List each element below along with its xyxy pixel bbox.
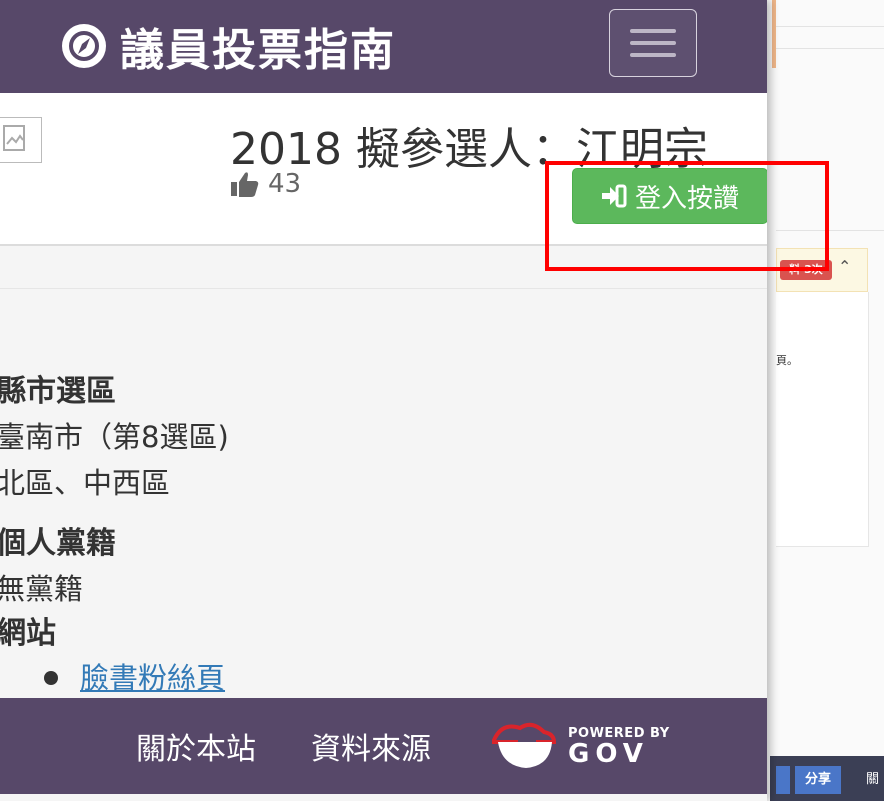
avatar: [0, 117, 42, 163]
chevron-up-icon[interactable]: ⌃: [838, 257, 851, 276]
likes-count-group: 43: [230, 169, 301, 199]
district-city: 臺南市（第8選區): [0, 420, 229, 454]
bullet-icon: [44, 671, 58, 685]
gov-wordmark: POWERED BY GOV: [568, 726, 670, 769]
facebook-page-link[interactable]: 臉書粉絲頁: [80, 656, 225, 700]
candidate-details: 縣市選區 臺南市（第8選區) 北區、中西區 個人黨籍 無黨籍 網站 臉書粉絲頁: [0, 370, 229, 700]
background-small-button[interactable]: [776, 766, 790, 794]
gov-logo-icon[interactable]: [488, 718, 560, 774]
party-value: 無黨籍: [0, 572, 84, 606]
hamburger-icon-bar: [630, 53, 676, 57]
background-divider: [776, 48, 884, 49]
background-snippet: 頁。: [776, 354, 798, 367]
list-item: 臉書粉絲頁: [44, 656, 229, 700]
compass-icon: [62, 24, 106, 68]
data-source-link[interactable]: 資料來源: [311, 724, 431, 768]
share-button[interactable]: 分享: [795, 766, 841, 794]
party-heading: 個人黨籍: [0, 526, 116, 561]
hamburger-icon-bar: [630, 41, 676, 45]
highlight-box: [545, 161, 829, 271]
main-window: 議員投票指南 2018 擬參選人：江明宗 43 登入按讚 縣市選區 臺南市（第8…: [0, 0, 767, 801]
background-divider: [776, 26, 884, 27]
background-accent-bar: [772, 0, 776, 68]
gov-label: GOV: [568, 739, 649, 769]
brand-title: 議員投票指南: [120, 25, 396, 76]
website-heading: 網站: [0, 616, 56, 651]
footer: 關於本站 資料來源 POWERED BY GOV: [0, 698, 767, 794]
hamburger-icon: [630, 29, 676, 33]
thumbs-up-icon: [231, 172, 259, 197]
menu-toggle-button[interactable]: [609, 9, 697, 77]
about-link[interactable]: 關於本站: [136, 724, 256, 768]
background-about-link[interactable]: 關: [866, 766, 879, 794]
district-heading: 縣市選區: [0, 374, 116, 409]
district-area: 北區、中西區: [0, 466, 171, 500]
navbar: 議員投票指南: [0, 0, 767, 93]
brand[interactable]: 議員投票指南: [62, 16, 396, 76]
background-panel: [776, 292, 869, 547]
likes-count: 43: [268, 169, 302, 199]
